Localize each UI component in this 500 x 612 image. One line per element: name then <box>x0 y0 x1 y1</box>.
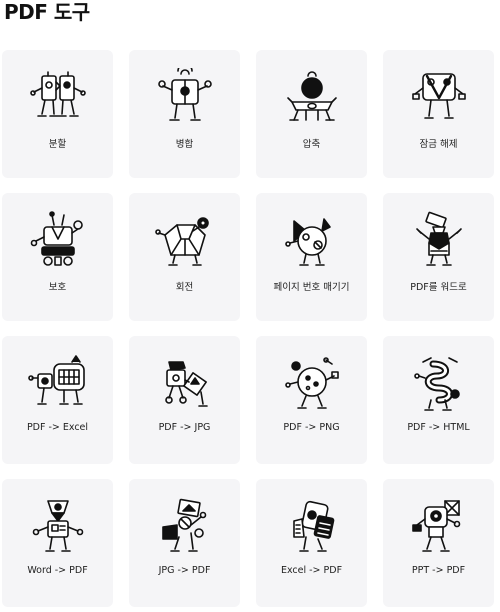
tool-label: PDF를 워드로 <box>410 282 467 293</box>
robot-word-to-pdf-icon <box>32 500 83 552</box>
tool-grid: 분할 병합 압축 잠금 해제 보호 회전 페이지 번호 매기기 PDF를 워드로… <box>2 50 494 607</box>
tool-card-excel-to-pdf[interactable]: Excel -> PDF <box>256 479 367 607</box>
robot-jpg-to-pdf-icon <box>161 498 206 552</box>
tool-label: 분할 <box>48 139 67 150</box>
robot-merge-icon <box>157 68 212 121</box>
tool-card-merge[interactable]: 병합 <box>129 50 240 178</box>
tool-card-protect[interactable]: 보호 <box>2 193 113 321</box>
tool-card-unlock[interactable]: 잠금 해제 <box>383 50 494 178</box>
tool-label: PDF -> JPG <box>158 422 211 433</box>
robot-protect-icon <box>30 211 83 266</box>
tool-card-pdf-to-png[interactable]: PDF -> PNG <box>256 336 367 464</box>
robot-split-icon <box>29 71 86 117</box>
tool-card-pdf-to-html[interactable]: PDF -> HTML <box>383 336 494 464</box>
tool-label: Excel -> PDF <box>280 565 343 576</box>
tool-card-compress[interactable]: 압축 <box>256 50 367 178</box>
tool-card-page-numbers[interactable]: 페이지 번호 매기기 <box>256 193 367 321</box>
robot-ppt-to-pdf-icon <box>411 500 460 552</box>
robot-page-numbers-icon <box>284 218 331 266</box>
robot-excel-to-pdf-icon <box>292 500 334 552</box>
robot-pdf-to-word-icon <box>415 211 462 266</box>
robot-pdf-to-png-icon <box>284 357 339 409</box>
tool-label: PDF -> PNG <box>283 422 340 433</box>
tool-card-word-to-pdf[interactable]: Word -> PDF <box>2 479 113 607</box>
robot-pdf-to-html-icon <box>413 357 460 411</box>
page-title: PDF 도구 <box>4 0 90 24</box>
tool-label: 페이지 번호 매기기 <box>273 282 350 293</box>
tool-card-pdf-to-jpg[interactable]: PDF -> JPG <box>129 336 240 464</box>
tool-label: PPT -> PDF <box>411 565 466 576</box>
tool-card-pdf-to-word[interactable]: PDF를 워드로 <box>383 193 494 321</box>
tool-label: JPG -> PDF <box>158 565 211 576</box>
tool-label: PDF -> Excel <box>26 422 89 433</box>
tool-label: 압축 <box>302 139 321 150</box>
tool-label: 잠금 해제 <box>419 139 458 150</box>
robot-pdf-to-excel-icon <box>27 355 85 405</box>
tool-card-split[interactable]: 분할 <box>2 50 113 178</box>
robot-compress-icon <box>286 71 337 121</box>
tool-label: 병합 <box>175 139 194 150</box>
tool-label: Word -> PDF <box>27 565 88 576</box>
tool-label: PDF -> HTML <box>407 422 470 433</box>
tool-card-ppt-to-pdf[interactable]: PPT -> PDF <box>383 479 494 607</box>
robot-unlock-icon <box>411 73 466 119</box>
tool-label: 회전 <box>175 282 194 293</box>
tool-card-pdf-to-excel[interactable]: PDF -> Excel <box>2 336 113 464</box>
robot-rotate-icon <box>154 217 209 266</box>
tool-label: 보호 <box>48 282 67 293</box>
tool-card-rotate[interactable]: 회전 <box>129 193 240 321</box>
tool-card-jpg-to-pdf[interactable]: JPG -> PDF <box>129 479 240 607</box>
robot-pdf-to-jpg-icon <box>164 361 208 407</box>
